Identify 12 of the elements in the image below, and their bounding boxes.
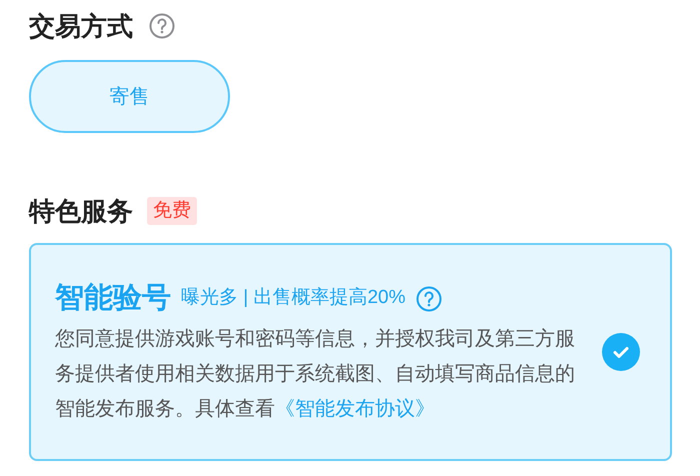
service-title: 智能验号 [55, 280, 171, 316]
section-title: 交易方式 [29, 10, 133, 42]
agreement-text: 您同意提供游戏账号和密码等信息，并授权我司及第三方服务提供者使用相关数据用于系统截图、自动填写商品信息的智能发布服务。具体查看《智能发布协议》 [55, 327, 576, 422]
section-title: 特色服务 [29, 194, 133, 228]
check-icon[interactable] [602, 333, 640, 371]
free-badge: 免费 [147, 197, 197, 225]
agreement-link[interactable]: 《智能发布协议》 [275, 398, 435, 420]
service-card[interactable]: 智能验号 曝光多 | 出售概率提高20% 您同意提供游戏账号和密码等信息，并授权我司及第三方服务提供者使用相关数据用于系统截图、自动填写商品信息的智能发布服务。具体查看《智能发布协议》 [29, 243, 672, 461]
help-icon[interactable] [149, 13, 175, 39]
option-button[interactable]: 寄售 [29, 60, 230, 133]
service-tagline: 曝光多 | 出售概率提高20% [181, 286, 406, 310]
help-icon[interactable] [416, 286, 442, 312]
